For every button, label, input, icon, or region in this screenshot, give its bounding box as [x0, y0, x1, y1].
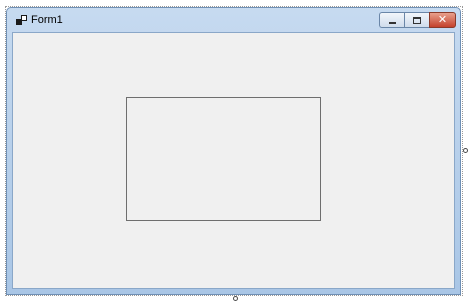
- close-icon: ✕: [437, 13, 448, 26]
- close-button[interactable]: ✕: [429, 12, 456, 28]
- title-bar[interactable]: Form1 ✕: [7, 8, 460, 32]
- panel-control[interactable]: [126, 97, 321, 221]
- minimize-icon: [389, 22, 396, 24]
- app-form-icon: [16, 15, 28, 26]
- resize-handle-bottom[interactable]: [233, 296, 238, 301]
- caption-buttons: ✕: [379, 12, 456, 28]
- form-client-area[interactable]: [12, 32, 455, 289]
- minimize-button[interactable]: [379, 12, 404, 28]
- maximize-icon: [413, 17, 421, 24]
- resize-handle-right[interactable]: [463, 148, 468, 153]
- maximize-button[interactable]: [404, 12, 429, 28]
- form-window[interactable]: Form1 ✕: [6, 7, 461, 295]
- window-title: Form1: [31, 14, 63, 26]
